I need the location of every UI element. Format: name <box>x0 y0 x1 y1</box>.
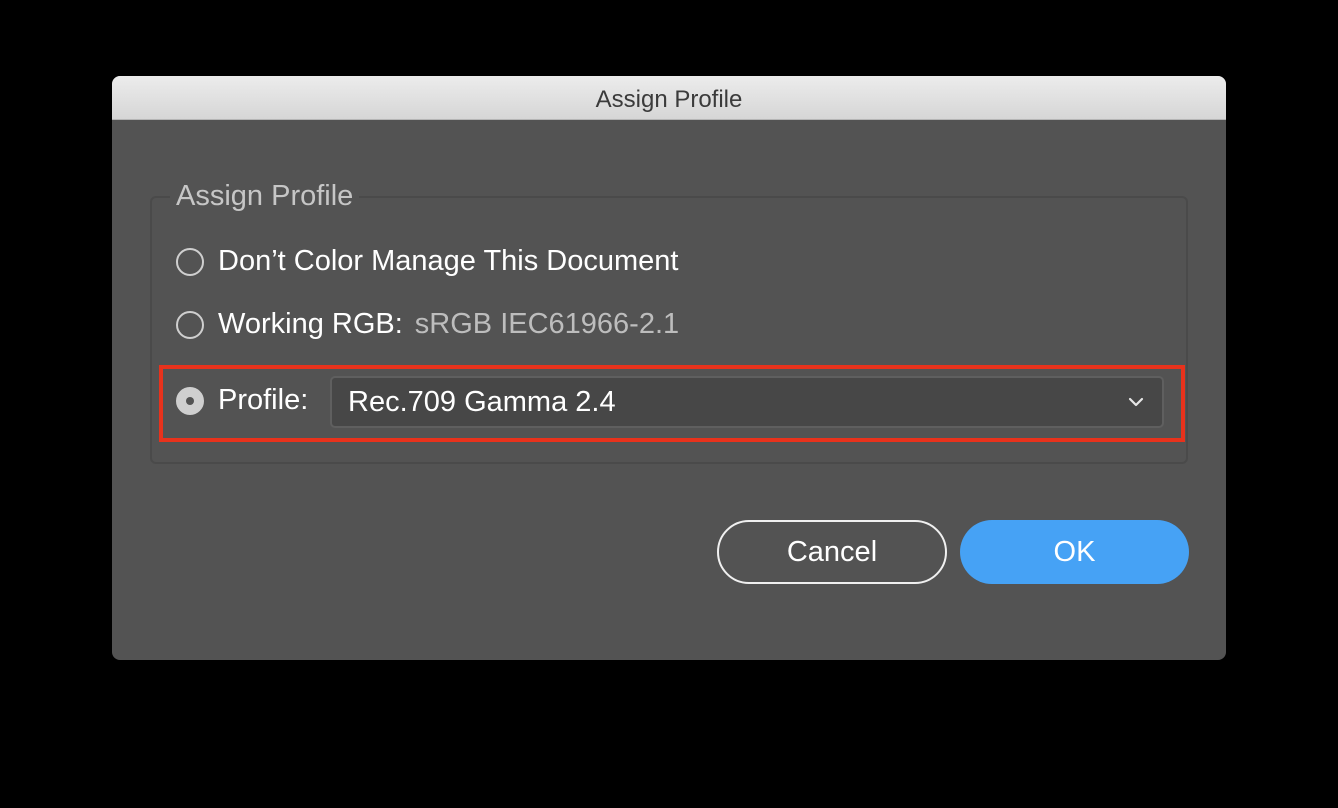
title-bar[interactable]: Assign Profile <box>112 76 1226 120</box>
option-label-working-rgb: Working RGB: <box>218 308 403 340</box>
option-dont-color-manage[interactable]: Don’t Color Manage This Document <box>176 245 678 278</box>
profile-dropdown-value: Rec.709 Gamma 2.4 <box>348 386 616 418</box>
profile-dropdown[interactable]: Rec.709 Gamma 2.4 <box>330 376 1164 428</box>
option-profile[interactable]: Profile: <box>176 384 308 417</box>
radio-working-rgb[interactable] <box>176 310 204 339</box>
dialog-title: Assign Profile <box>595 86 743 113</box>
option-label-profile: Profile: <box>218 384 309 416</box>
working-rgb-value: sRGB IEC61966-2.1 <box>414 308 680 340</box>
radio-profile[interactable] <box>176 386 204 415</box>
assign-profile-dialog: Assign Profile Assign Profile Don’t Colo… <box>112 76 1226 660</box>
option-working-rgb[interactable]: Working RGB: sRGB IEC61966-2.1 <box>176 308 679 341</box>
radio-dont-color-manage[interactable] <box>176 247 204 276</box>
group-label: Assign Profile <box>170 180 360 213</box>
cancel-button[interactable]: Cancel <box>717 520 947 584</box>
chevron-down-icon <box>1128 397 1144 407</box>
option-label-dont-color-manage: Don’t Color Manage This Document <box>218 245 679 277</box>
ok-button[interactable]: OK <box>960 520 1189 584</box>
